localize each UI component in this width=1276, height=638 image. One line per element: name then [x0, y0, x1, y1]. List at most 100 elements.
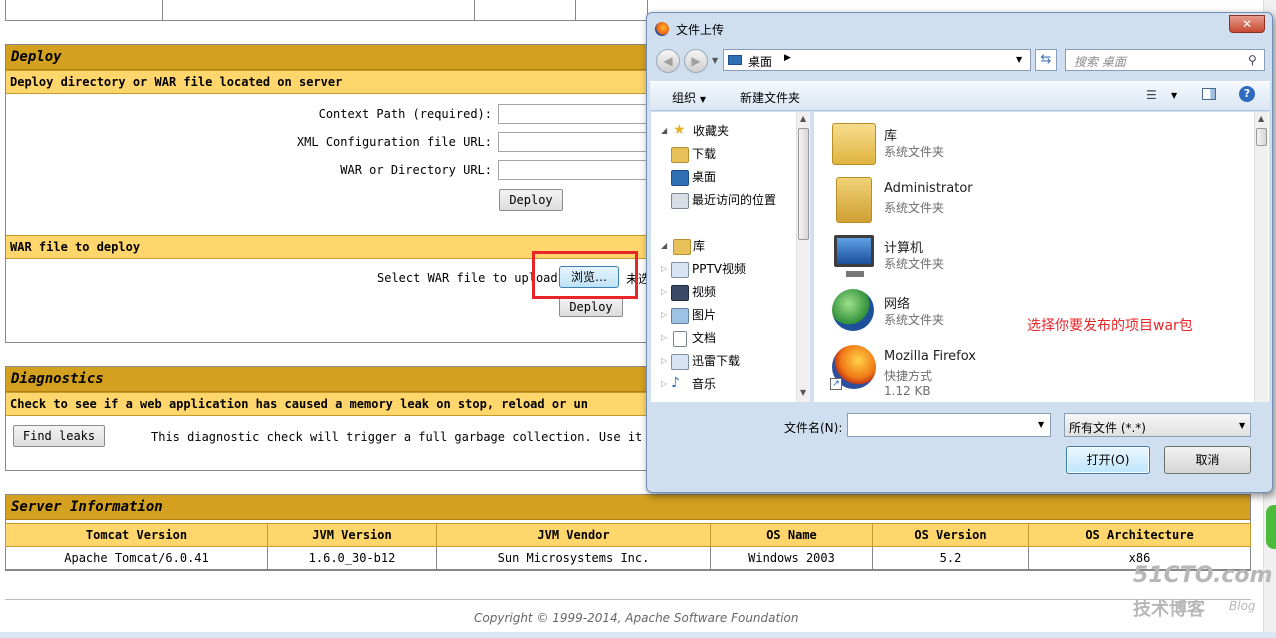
filter-value: 所有文件 (*.*) [1069, 421, 1146, 435]
chevron-down-icon: ▼ [1239, 421, 1246, 430]
collapse-icon: ▷ [661, 356, 668, 365]
deploy-server-button[interactable]: Deploy [499, 189, 563, 211]
nav-label: 下载 [692, 147, 717, 161]
collapse-icon: ▷ [661, 287, 668, 296]
file-name: Mozilla Firefox [884, 349, 976, 364]
document-icon [673, 331, 687, 347]
star-icon: ★ [673, 122, 686, 138]
desktop-small-icon [728, 55, 742, 65]
expand-icon: ◢ [661, 241, 668, 250]
organize-menu[interactable]: 组织 ▼ [672, 89, 706, 106]
file-type-filter[interactable]: 所有文件 (*.*) ▼ [1064, 413, 1251, 437]
table-cell: 1.6.0_30-b12 [267, 546, 437, 570]
table-divider [575, 0, 576, 20]
close-button[interactable]: ✕ [1229, 15, 1265, 33]
xunlei-folder-icon [671, 354, 689, 370]
deploy-upload-button[interactable]: Deploy [559, 297, 623, 317]
preview-pane-icon[interactable] [1202, 88, 1216, 100]
collapse-icon: ▷ [661, 310, 668, 319]
view-dropdown-icon[interactable]: ▼ [1171, 91, 1177, 100]
deploy-server-subtitle: Deploy directory or WAR file located on … [6, 70, 647, 94]
open-button[interactable]: 打开(O) [1066, 446, 1150, 474]
list-item[interactable]: 计算机 系统文件夹 [828, 231, 1208, 285]
find-leaks-button[interactable]: Find leaks [13, 425, 105, 447]
forward-button[interactable]: ▶ [684, 49, 708, 73]
file-list[interactable]: 库 系统文件夹 Administrator 系统文件夹 计算机 系统文件夹 网络… [814, 112, 1269, 402]
breadcrumb-chevron-icon[interactable]: ▶ [784, 53, 791, 63]
firefox-icon [655, 22, 669, 36]
file-name: 网络 [884, 297, 911, 312]
network-icon [832, 289, 874, 331]
bottom-bar [0, 632, 1276, 638]
file-scroll-thumb[interactable] [1256, 128, 1267, 146]
server-info-table: Tomcat Version JVM Version JVM Vendor OS… [5, 523, 1251, 570]
computer-stand [846, 271, 864, 277]
file-name: Administrator [884, 181, 973, 196]
nav-label: 迅雷下载 [692, 354, 741, 368]
column-header: OS Architecture [1028, 523, 1251, 547]
nav-label: 库 [693, 239, 706, 253]
nav-label: 文档 [692, 331, 717, 345]
library-icon [673, 239, 691, 255]
column-header: Tomcat Version [5, 523, 268, 547]
copyright-footer: Copyright © 1999-2014, Apache Software F… [474, 611, 799, 625]
scroll-up-icon[interactable]: ▲ [1258, 114, 1264, 123]
file-size: 1.12 KB [884, 384, 931, 398]
footer-divider [5, 599, 1251, 600]
filename-label: 文件名(N): [784, 421, 843, 435]
collapse-icon: ▷ [661, 379, 668, 388]
collapse-icon: ▷ [661, 333, 668, 342]
watermark-logo: 51CTO.com 技术博客 Blog [1133, 563, 1272, 623]
table-divider [474, 0, 475, 20]
file-type: 快捷方式 [884, 369, 933, 383]
table-divider [162, 0, 163, 20]
history-dropdown-icon[interactable]: ▼ [712, 56, 718, 65]
file-name: 计算机 [884, 241, 924, 256]
file-type: 系统文件夹 [884, 145, 945, 159]
nav-scrollbar[interactable]: ▲ ▼ [796, 112, 810, 402]
computer-icon [834, 235, 874, 267]
table-row: Apache Tomcat/6.0.41 1.6.0_30-b12 Sun Mi… [5, 546, 1251, 570]
table-cell: Sun Microsystems Inc. [436, 546, 711, 570]
view-options-icon[interactable]: ☰ [1146, 88, 1162, 102]
scroll-down-icon[interactable]: ▼ [800, 388, 806, 397]
video-library-icon [671, 262, 689, 278]
collapse-icon: ▷ [661, 264, 668, 273]
server-info-section: Server Information Tomcat Version JVM Ve… [5, 494, 1251, 571]
file-type: 系统文件夹 [884, 313, 945, 327]
refresh-button[interactable]: ⇆ [1035, 49, 1057, 71]
column-header: JVM Version [267, 523, 437, 547]
list-item[interactable]: Administrator 系统文件夹 [828, 175, 1208, 229]
file-type: 系统文件夹 [884, 201, 945, 215]
address-bar[interactable]: 桌面 ▶ ▼ [723, 49, 1031, 71]
library-folder-icon [832, 123, 876, 165]
context-path-input[interactable] [498, 104, 648, 124]
file-list-scrollbar[interactable]: ▲ [1254, 112, 1268, 402]
list-item[interactable]: 库 系统文件夹 [828, 119, 1208, 173]
new-folder-button[interactable]: 新建文件夹 [740, 89, 800, 106]
address-dropdown-icon[interactable]: ▼ [1016, 55, 1022, 64]
file-upload-dialog[interactable]: 文件上传 ✕ ◀ ▶ ▼ 桌面 ▶ ▼ ⇆ 搜索 桌面 ⚲ 组织 ▼ 新建文件夹… [646, 12, 1273, 493]
music-icon: ♪ [671, 375, 680, 391]
chevron-down-icon[interactable]: ▼ [1038, 420, 1044, 429]
green-side-widget[interactable] [1266, 505, 1276, 549]
back-button[interactable]: ◀ [656, 49, 680, 73]
nav-label: 收藏夹 [693, 124, 730, 138]
scroll-up-icon[interactable]: ▲ [800, 114, 806, 123]
war-dir-input[interactable] [498, 160, 648, 180]
help-icon[interactable]: ? [1239, 86, 1255, 102]
column-header: JVM Vendor [436, 523, 711, 547]
cancel-button[interactable]: 取消 [1164, 446, 1251, 474]
xml-config-input[interactable] [498, 132, 648, 152]
nav-scroll-thumb[interactable] [798, 128, 809, 240]
search-box[interactable]: 搜索 桌面 ⚲ [1065, 49, 1265, 71]
list-item[interactable]: ↗ Mozilla Firefox 快捷方式 1.12 KB [828, 343, 1208, 398]
context-path-label: Context Path (required): [318, 107, 492, 121]
navigation-pane[interactable]: ◢ ★ 收藏夹 下载 桌面 最近访问的位置 ◢ 库 ▷ PPTV视频 ▷ 视频 … [651, 112, 811, 402]
top-table-remnant [5, 0, 648, 21]
instruction-annotation: 选择你要发布的项目war包 [1027, 318, 1193, 334]
watermark-line2: 技术博客 [1133, 599, 1205, 620]
expand-icon: ◢ [661, 126, 668, 135]
dialog-title: 文件上传 [676, 23, 725, 37]
filename-input[interactable]: ▼ [847, 413, 1051, 437]
